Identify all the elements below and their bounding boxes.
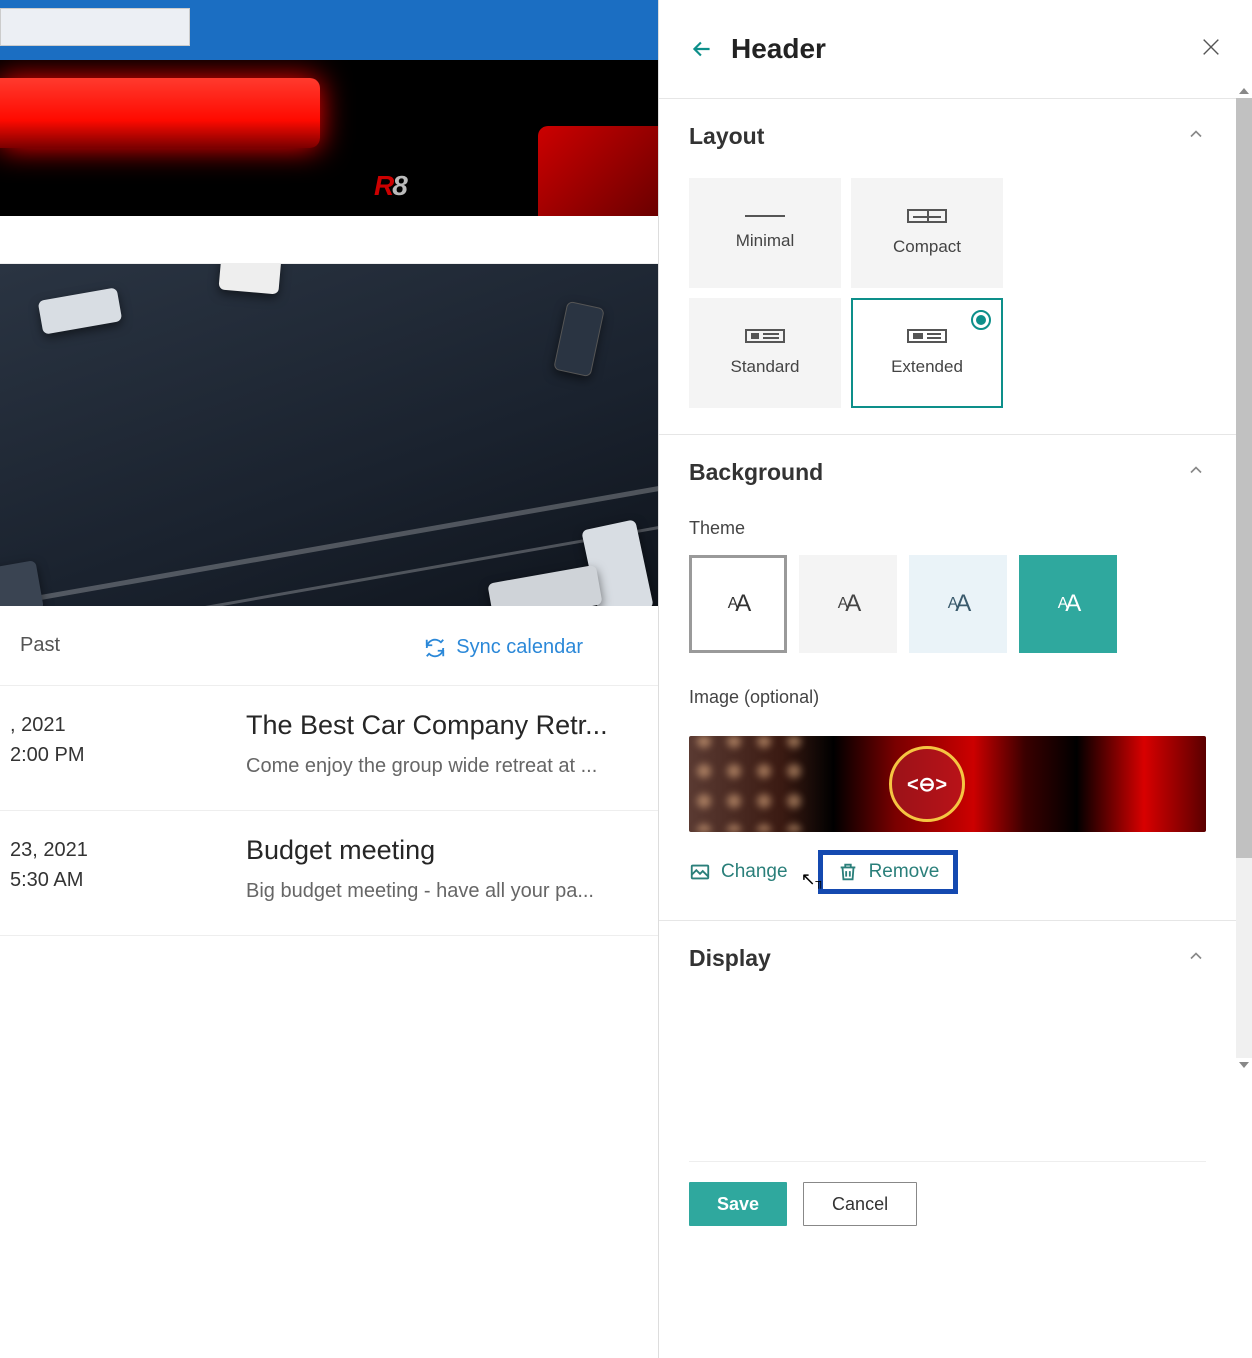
standard-icon (745, 329, 785, 343)
panel-header: Header (659, 0, 1252, 98)
close-icon (1200, 36, 1222, 58)
theme-swatches: AA AA AA AA (689, 555, 1206, 653)
site-header-banner: RR88 (0, 60, 658, 216)
car-badge: RR88 (374, 170, 406, 202)
display-section: Display (659, 920, 1236, 1032)
layout-option-compact[interactable]: Compact (851, 178, 1003, 288)
save-button[interactable]: Save (689, 1182, 787, 1226)
top-bar (0, 0, 658, 60)
event-datetime: 23, 2021 5:30 AM (0, 835, 220, 903)
layout-option-extended[interactable]: Extended (851, 298, 1003, 408)
events-toolbar: Past Sync calendar (0, 606, 658, 686)
header-settings-panel: Header Layout Minimal Compact Standard E… (658, 0, 1252, 1358)
layout-section: Layout Minimal Compact Standard Extended (659, 98, 1236, 434)
background-heading: Background (689, 459, 823, 486)
event-row[interactable]: 23, 2021 5:30 AM Budget meeting Big budg… (0, 811, 658, 936)
cursor-icon: ↖╖ (801, 869, 825, 890)
collapse-display[interactable] (1186, 945, 1206, 972)
theme-swatch-1[interactable]: AA (689, 555, 787, 653)
cancel-button[interactable]: Cancel (803, 1182, 917, 1226)
chevron-up-icon (1186, 124, 1206, 144)
panel-title: Header (731, 33, 826, 65)
event-desc: Big budget meeting - have all your pa... (246, 880, 658, 903)
change-image-button[interactable]: Change (689, 861, 788, 883)
event-row[interactable]: , 2021 2:00 PM The Best Car Company Retr… (0, 686, 658, 811)
display-heading: Display (689, 945, 771, 972)
arrow-left-icon (689, 36, 715, 62)
event-desc: Come enjoy the group wide retreat at ... (246, 755, 658, 778)
scrollbar-thumb[interactable] (1236, 98, 1252, 858)
layout-option-minimal[interactable]: Minimal (689, 178, 841, 288)
event-title: Budget meeting (246, 835, 658, 866)
theme-swatch-4[interactable]: AA (1019, 555, 1117, 653)
chevron-up-icon (1186, 460, 1206, 480)
collapse-background[interactable] (1186, 459, 1206, 486)
sync-icon (424, 637, 446, 659)
page-main: RR88 Past Sync calendar , 2021 2:00 PM T… (0, 0, 658, 1358)
collapse-layout[interactable] (1186, 123, 1206, 150)
minimal-icon (745, 215, 785, 217)
theme-label: Theme (689, 518, 1206, 539)
remove-image-button[interactable]: Remove ↖╖ (818, 850, 959, 894)
back-button[interactable] (689, 36, 715, 62)
close-button[interactable] (1200, 36, 1222, 63)
image-icon (689, 861, 711, 883)
compact-icon (907, 209, 947, 223)
background-section: Background Theme AA AA AA AA Image (opti… (659, 434, 1236, 920)
theme-swatch-2[interactable]: AA (799, 555, 897, 653)
extended-icon (907, 329, 947, 343)
layout-heading: Layout (689, 123, 764, 150)
trash-icon (837, 861, 859, 883)
aerial-image (0, 264, 658, 606)
image-label: Image (optional) (689, 687, 1206, 708)
panel-footer: Save Cancel (689, 1161, 1206, 1226)
focal-point-icon[interactable]: <⊖> (889, 746, 965, 822)
layout-option-standard[interactable]: Standard (689, 298, 841, 408)
tab-past[interactable]: Past (20, 634, 60, 657)
event-title: The Best Car Company Retr... (246, 710, 658, 741)
chevron-up-icon (1186, 946, 1206, 966)
theme-swatch-3[interactable]: AA (909, 555, 1007, 653)
sync-label: Sync calendar (456, 636, 583, 659)
search-input[interactable] (0, 8, 190, 46)
background-image-preview[interactable]: <⊖> (689, 736, 1206, 832)
sync-calendar-button[interactable]: Sync calendar (424, 636, 583, 659)
event-datetime: , 2021 2:00 PM (0, 710, 220, 778)
panel-scrollbar[interactable] (1236, 98, 1252, 1058)
